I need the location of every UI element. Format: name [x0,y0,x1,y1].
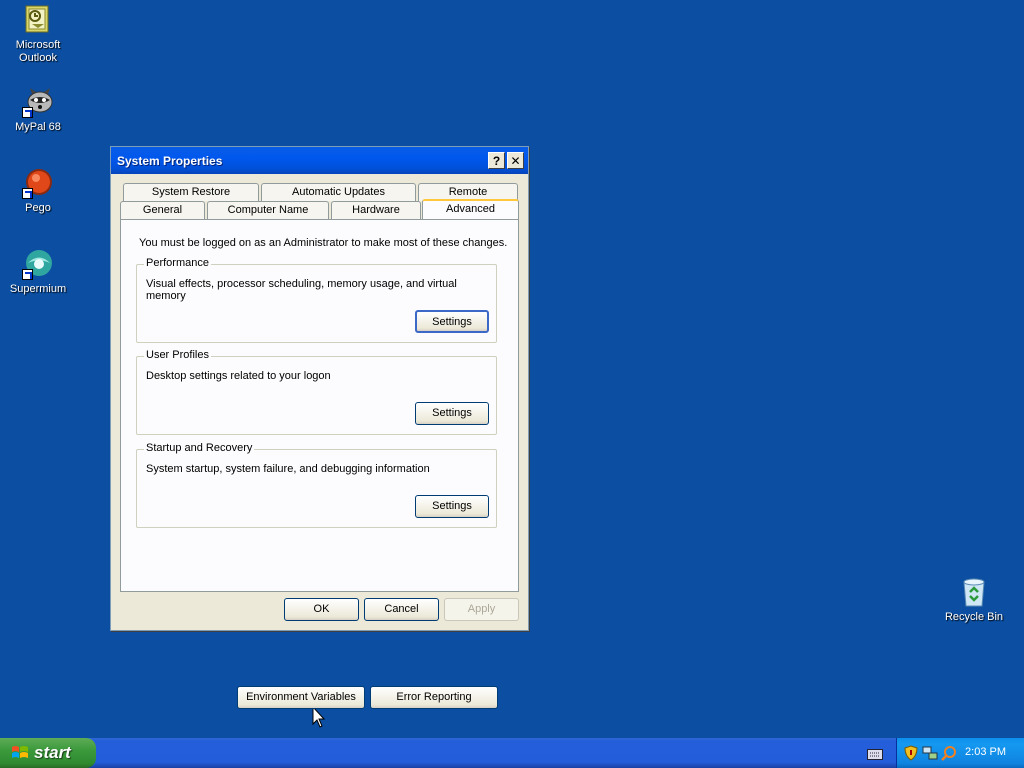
user-profiles-group: User Profiles Desktop settings related t… [136,349,497,435]
admin-notice: You must be logged on as an Administrato… [139,237,508,249]
pego-icon [22,167,54,199]
clock[interactable]: 2:03 PM [965,746,1006,758]
tab-general[interactable]: General [120,201,205,219]
desktop-icon-label: Recycle Bin [944,611,1004,623]
group-description: Desktop settings related to your logon [146,370,331,382]
start-button[interactable]: start [0,738,96,768]
keyboard-icon[interactable] [867,749,883,760]
group-title: Startup and Recovery [144,442,255,454]
desktop-icon-label: MyPal 68 [15,121,61,133]
tab-hardware[interactable]: Hardware [331,201,421,219]
advanced-tab-panel: You must be logged on as an Administrato… [120,219,519,709]
group-title: Performance [144,257,211,269]
shortcut-arrow-icon [22,269,33,280]
tab-advanced[interactable]: Advanced [422,199,519,219]
ok-button[interactable]: OK [284,598,359,621]
desktop-icon-recycle-bin[interactable]: Recycle Bin [936,576,1012,624]
desktop-icon-supermium[interactable]: Supermium [0,248,76,296]
recycle-bin-icon [958,576,990,608]
shortcut-arrow-icon [22,188,33,199]
startup-recovery-settings-button[interactable]: Settings [415,495,489,518]
network-icon[interactable] [922,745,938,761]
mouse-cursor-icon [312,706,326,728]
environment-variables-button[interactable]: Environment Variables [237,686,365,709]
raccoon-icon [22,86,54,118]
supermium-icon [22,248,54,280]
security-shield-icon[interactable] [903,745,919,761]
shortcut-arrow-icon [22,107,33,118]
desktop-icon-label: Supermium [9,283,67,295]
apply-button[interactable]: Apply [444,598,519,621]
group-description: System startup, system failure, and debu… [146,463,430,475]
tab-system-restore[interactable]: System Restore [123,183,259,201]
startup-recovery-group: Startup and Recovery System startup, sys… [136,442,497,528]
group-description: Visual effects, processor scheduling, me… [146,278,457,302]
cancel-button[interactable]: Cancel [364,598,439,621]
desktop-icon-pego[interactable]: Pego [0,167,76,215]
user-profiles-settings-button[interactable]: Settings [415,402,489,425]
desktop: { "desktop": { "icons": [ {"label": "Mic… [0,0,1024,768]
system-tray: 2:03 PM [896,738,1024,768]
tab-computer-name[interactable]: Computer Name [207,201,329,219]
desktop-icon-label: Pego [25,202,51,214]
group-title: User Profiles [144,349,211,361]
system-properties-window: System Properties ? ✕ System Restore Aut… [110,146,529,709]
search-icon[interactable] [941,745,957,761]
windows-flag-icon [12,746,28,758]
desktop-icon-outlook[interactable]: Microsoft Outlook [0,4,76,65]
tab-automatic-updates[interactable]: Automatic Updates [261,183,416,201]
performance-group: Performance Visual effects, processor sc… [136,257,497,343]
title-bar[interactable]: System Properties ? ✕ [111,147,528,174]
start-label: start [34,743,71,762]
window-title: System Properties [117,153,223,168]
error-reporting-button[interactable]: Error Reporting [370,686,498,709]
close-button[interactable]: ✕ [507,152,524,169]
outlook-icon [22,4,54,36]
performance-settings-button[interactable]: Settings [415,310,489,333]
desktop-icon-label: Microsoft Outlook [15,39,61,64]
desktop-icon-mypal[interactable]: MyPal 68 [0,86,76,134]
help-button[interactable]: ? [488,152,505,169]
